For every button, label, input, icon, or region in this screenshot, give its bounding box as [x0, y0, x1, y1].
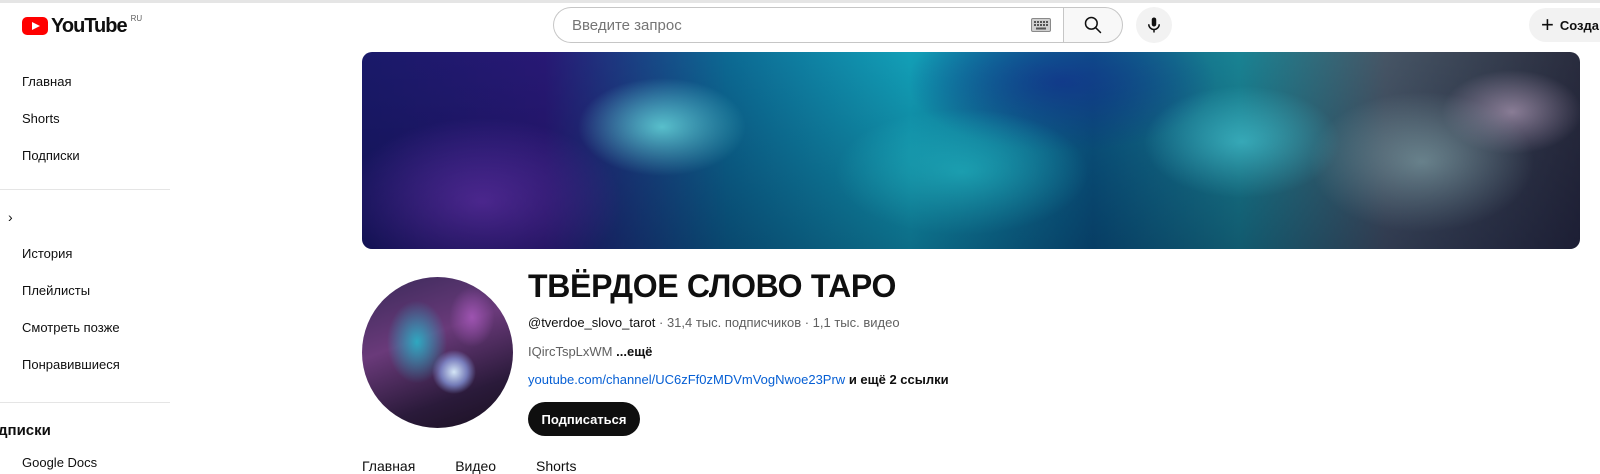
- create-button[interactable]: + Созда: [1529, 8, 1600, 42]
- chevron-right-icon[interactable]: ›: [8, 209, 13, 225]
- voice-search-button[interactable]: [1136, 7, 1172, 43]
- search-bar: [553, 7, 1123, 43]
- sidebar-item-home[interactable]: Главная: [22, 74, 71, 89]
- logo-text: YouTube: [51, 15, 128, 37]
- channel-handle: @tverdoe_slovo_tarot: [528, 315, 656, 330]
- microphone-icon: [1148, 17, 1160, 33]
- tab-home[interactable]: Главная: [362, 458, 415, 474]
- search-input[interactable]: [570, 15, 1031, 35]
- channel-banner: [362, 52, 1580, 249]
- youtube-play-icon: [22, 17, 48, 35]
- channel-url-link[interactable]: youtube.com/channel/UC6zFf0zMDVmVogNwoe2…: [528, 372, 845, 387]
- more-link[interactable]: ...ещё: [616, 344, 652, 359]
- sidebar-item-subscription[interactable]: Google Docs: [22, 455, 97, 470]
- top-border: [0, 0, 1600, 3]
- search-box: [553, 7, 1063, 43]
- search-button[interactable]: [1063, 7, 1123, 43]
- youtube-logo[interactable]: YouTube RU: [22, 14, 142, 38]
- region-code: RU: [130, 14, 143, 23]
- sidebar-item-history[interactable]: История: [22, 246, 72, 261]
- sidebar-item-subscriptions[interactable]: Подписки: [22, 148, 80, 163]
- more-links-link[interactable]: и ещё 2 ссылки: [845, 372, 949, 387]
- channel-links: youtube.com/channel/UC6zFf0zMDVmVogNwoe2…: [528, 372, 949, 387]
- channel-meta: @tverdoe_slovo_tarot · 31,4 тыс. подписч…: [528, 315, 900, 330]
- search-icon: [1084, 16, 1102, 34]
- tab-videos[interactable]: Видео: [455, 458, 496, 474]
- sidebar-item-liked[interactable]: Понравившиеся: [22, 357, 120, 372]
- channel-avatar[interactable]: [362, 277, 513, 428]
- create-label: Созда: [1559, 17, 1599, 33]
- channel-description[interactable]: IQircTspLxWM ...ещё: [528, 344, 652, 359]
- subscribe-button[interactable]: Подписаться: [528, 402, 640, 436]
- sidebar-item-shorts[interactable]: Shorts: [22, 111, 60, 126]
- channel-name: ТВЁРДОЕ СЛОВО ТАРО: [528, 268, 897, 304]
- sidebar-divider: [0, 402, 170, 403]
- keyboard-icon[interactable]: [1031, 18, 1051, 32]
- tab-shorts[interactable]: Shorts: [536, 458, 576, 474]
- sidebar-section-subscriptions: дписки: [0, 422, 51, 439]
- channel-tabs: Главная Видео Shorts: [362, 458, 612, 474]
- plus-icon: +: [1541, 12, 1554, 37]
- channel-stats: · 31,4 тыс. подписчиков · 1,1 тыс. видео: [655, 315, 900, 330]
- sidebar-divider: [0, 189, 170, 190]
- sidebar-item-playlists[interactable]: Плейлисты: [22, 283, 90, 298]
- description-text: IQircTspLxWM: [528, 344, 617, 359]
- sidebar-item-watch-later[interactable]: Смотреть позже: [22, 320, 120, 335]
